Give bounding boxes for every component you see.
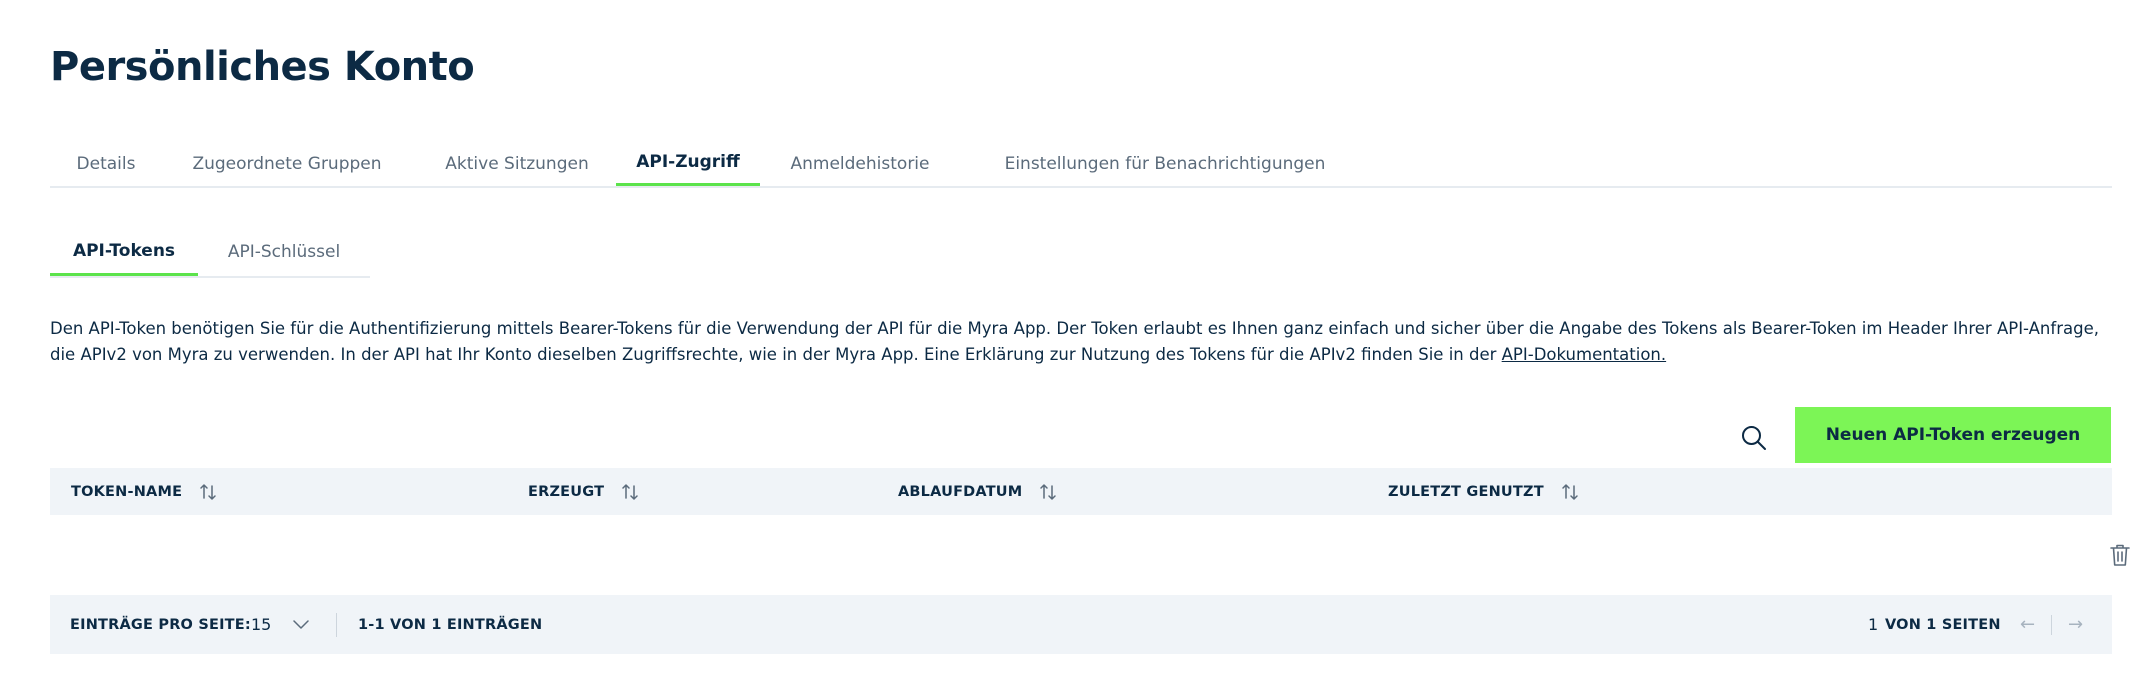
- description-text: Den API-Token benötigen Sie für die Auth…: [50, 316, 2110, 368]
- column-header-token-name[interactable]: TOKEN-NAME: [71, 468, 218, 515]
- previous-page-button[interactable]: ←: [2020, 595, 2035, 654]
- create-api-token-button[interactable]: Neuen API-Token erzeugen: [1795, 407, 2111, 463]
- sort-icon: [1038, 482, 1058, 502]
- page: Persönliches Konto Details Zugeordnete G…: [0, 0, 2156, 696]
- tab-api-access[interactable]: API-Zugriff: [616, 141, 760, 186]
- table-header: TOKEN-NAME ERZEUGT ABLAUFDATUM ZULETZT G…: [50, 468, 2112, 515]
- column-label: ERZEUGT: [528, 483, 605, 500]
- per-page-value: 15: [251, 615, 272, 634]
- main-tabs: Details Zugeordnete Gruppen Aktive Sitzu…: [50, 141, 2112, 188]
- current-page: 1: [1868, 615, 1879, 634]
- trash-icon: [2108, 542, 2132, 568]
- column-header-expiry-date[interactable]: ABLAUFDATUM: [898, 468, 1058, 515]
- search-button[interactable]: [1736, 420, 1772, 456]
- subtab-api-tokens[interactable]: API-Tokens: [50, 228, 198, 276]
- tab-assigned-groups[interactable]: Zugeordnete Gruppen: [162, 141, 412, 186]
- per-page-select[interactable]: 15: [251, 595, 310, 654]
- table-pagination: EINTRÄGE PRO SEITE: 15 1-1 VON 1 EINTRÄG…: [50, 595, 2112, 654]
- search-icon: [1740, 424, 1768, 452]
- tab-login-history[interactable]: Anmeldehistorie: [760, 141, 960, 186]
- column-label: TOKEN-NAME: [71, 483, 183, 500]
- tab-active-sessions[interactable]: Aktive Sitzungen: [412, 141, 622, 186]
- page-title: Persönliches Konto: [50, 44, 475, 90]
- divider: [2051, 615, 2052, 635]
- tab-notification-settings[interactable]: Einstellungen für Benachrichtigungen: [960, 141, 1370, 186]
- next-page-button[interactable]: →: [2068, 595, 2083, 654]
- subtab-api-keys[interactable]: API-Schlüssel: [198, 228, 370, 276]
- per-page-label: EINTRÄGE PRO SEITE:: [70, 616, 251, 633]
- column-header-created[interactable]: ERZEUGT: [528, 468, 640, 515]
- api-docs-link[interactable]: API-Dokumentation.: [1502, 345, 1666, 364]
- divider: [336, 613, 337, 637]
- sort-icon: [198, 482, 218, 502]
- sub-tabs: API-Tokens API-Schlüssel: [50, 228, 370, 278]
- entries-info: 1-1 VON 1 EINTRÄGEN: [358, 616, 543, 633]
- delete-token-button[interactable]: [2106, 540, 2134, 570]
- column-label: ABLAUFDATUM: [898, 483, 1023, 500]
- tab-details[interactable]: Details: [50, 141, 162, 186]
- total-pages-label: VON 1 SEITEN: [1885, 616, 2001, 633]
- sort-icon: [620, 482, 640, 502]
- column-header-last-used[interactable]: ZULETZT GENUTZT: [1388, 468, 1580, 515]
- chevron-down-icon: [293, 619, 310, 630]
- sort-icon: [1560, 482, 1580, 502]
- table-row: [50, 515, 2130, 595]
- description-body: Den API-Token benötigen Sie für die Auth…: [50, 319, 2099, 364]
- column-label: ZULETZT GENUTZT: [1388, 483, 1544, 500]
